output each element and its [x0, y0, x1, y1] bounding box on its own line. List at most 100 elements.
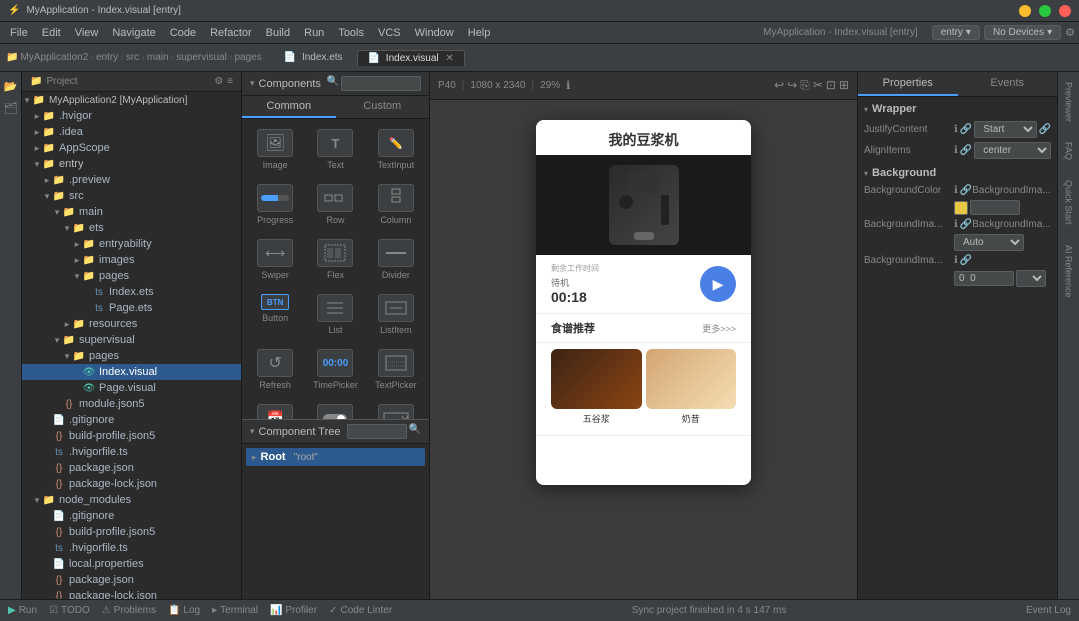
- tree-item-nm-build[interactable]: {} build-profile.json5: [22, 524, 241, 540]
- tree-item-package-lock[interactable]: {} package-lock.json: [22, 476, 241, 492]
- tree-item-entryability[interactable]: ▸ 📁 entryability: [22, 236, 241, 252]
- search-icon[interactable]: 🔍: [327, 76, 339, 91]
- tab-index-visual[interactable]: 📄 Index.visual ✕: [357, 50, 465, 66]
- tab-custom[interactable]: Custom: [336, 96, 430, 118]
- quick-start-btn[interactable]: Quick Start: [1062, 174, 1076, 231]
- tree-item-nm-lock[interactable]: {} package-lock.json: [22, 588, 241, 599]
- event-log-status[interactable]: Event Log: [1026, 605, 1071, 616]
- component-tree-search[interactable]: [347, 424, 407, 439]
- comp-flex[interactable]: Flex: [306, 233, 364, 286]
- devices-dropdown[interactable]: No Devices ▾: [984, 25, 1061, 40]
- tree-item-node-modules[interactable]: ▾ 📁 node_modules: [22, 492, 241, 508]
- ai-reference-btn[interactable]: AI Reference: [1062, 239, 1076, 304]
- menu-tools[interactable]: Tools: [332, 25, 370, 41]
- comp-row[interactable]: Row: [306, 178, 364, 231]
- justify-info-icon[interactable]: ℹ: [954, 124, 958, 135]
- tree-item-sv-pages[interactable]: ▾ 📁 pages: [22, 348, 241, 364]
- tab-properties[interactable]: Properties: [858, 72, 958, 96]
- comp-toggle[interactable]: Toggle: [306, 398, 364, 419]
- undo-icon[interactable]: ↩: [774, 78, 784, 93]
- bg-color-input[interactable]: [970, 200, 1020, 215]
- tree-item-package-json[interactable]: {} package.json: [22, 460, 241, 476]
- entry-dropdown[interactable]: entry ▾: [932, 25, 980, 40]
- bgcolor-link-icon[interactable]: 🔗: [960, 185, 972, 196]
- tree-item-main[interactable]: ▾ 📁 main: [22, 204, 241, 220]
- terminal-status[interactable]: ▸ Terminal: [212, 605, 258, 616]
- faq-btn[interactable]: FAQ: [1062, 136, 1076, 166]
- components-search-input[interactable]: [341, 76, 421, 91]
- tree-item-pages[interactable]: ▾ 📁 pages: [22, 268, 241, 284]
- root-tree-item[interactable]: ▸ Root "root": [246, 448, 425, 466]
- bgimg2-info-icon[interactable]: ℹ: [954, 219, 958, 230]
- settings-icon[interactable]: ⚙: [1065, 26, 1075, 39]
- recipe-more[interactable]: 更多>>>: [702, 322, 736, 335]
- structure-btn[interactable]: 🗂: [1, 98, 21, 118]
- project-settings-icon[interactable]: ⚙: [214, 76, 223, 87]
- log-status[interactable]: 📋 Log: [168, 605, 200, 616]
- menu-view[interactable]: View: [69, 25, 105, 41]
- menu-edit[interactable]: Edit: [36, 25, 67, 41]
- tree-item-nm-gitignore[interactable]: 📄 .gitignore: [22, 508, 241, 524]
- tree-item-hvigorfile[interactable]: ts .hvigorfile.ts: [22, 444, 241, 460]
- menu-window[interactable]: Window: [409, 25, 460, 41]
- bg-size-select[interactable]: Auto Cover Contain: [954, 234, 1024, 251]
- menu-code[interactable]: Code: [164, 25, 202, 41]
- comp-column[interactable]: Column: [367, 178, 425, 231]
- tree-item-entry[interactable]: ▾ 📁 entry: [22, 156, 241, 172]
- comp-text[interactable]: T Text: [306, 123, 364, 176]
- tree-item-page-ets[interactable]: ts Page.ets: [22, 300, 241, 316]
- comp-timepicker[interactable]: 00:00 TimePicker: [306, 343, 364, 396]
- tree-item-nm-hvigor[interactable]: ts .hvigorfile.ts: [22, 540, 241, 556]
- zoom-info-icon[interactable]: ℹ: [566, 79, 570, 92]
- tab-events[interactable]: Events: [958, 72, 1058, 96]
- run-status[interactable]: ▶ Run: [8, 605, 37, 616]
- card-1[interactable]: 五谷浆: [551, 349, 642, 425]
- comp-textpicker[interactable]: TextPicker: [367, 343, 425, 396]
- comp-list[interactable]: List: [306, 288, 364, 341]
- bgimg2-link-icon[interactable]: 🔗: [960, 219, 972, 230]
- copy-icon[interactable]: ⎘: [800, 78, 810, 93]
- previewer-btn[interactable]: Previewer: [1062, 76, 1076, 128]
- maximize-button[interactable]: [1039, 5, 1051, 17]
- comp-select[interactable]: Select: [367, 398, 425, 419]
- play-button[interactable]: ▶: [700, 266, 736, 302]
- align-items-select[interactable]: center start end: [974, 142, 1051, 159]
- justify-content-select[interactable]: Start Center End: [974, 121, 1036, 138]
- tab-common[interactable]: Common: [242, 96, 336, 118]
- cut-icon[interactable]: ✂: [813, 78, 823, 93]
- menu-navigate[interactable]: Navigate: [106, 25, 161, 41]
- menu-run[interactable]: Run: [298, 25, 330, 41]
- wrapper-section-header[interactable]: ▾ Wrapper: [864, 103, 1051, 115]
- tree-item-gitignore[interactable]: 📄 .gitignore: [22, 412, 241, 428]
- tab-index-ets[interactable]: 📄 Index.ets: [274, 50, 353, 65]
- project-view-btn[interactable]: 📂: [1, 76, 21, 96]
- project-sort-icon[interactable]: ≡: [227, 76, 233, 87]
- tree-item-supervisual[interactable]: ▾ 📁 supervisual: [22, 332, 241, 348]
- menu-refactor[interactable]: Refactor: [204, 25, 258, 41]
- comp-refresh[interactable]: ↺ Refresh: [246, 343, 304, 396]
- tree-item-build-profile[interactable]: {} build-profile.json5: [22, 428, 241, 444]
- tree-item-src[interactable]: ▾ 📁 src: [22, 188, 241, 204]
- tree-item-index-visual[interactable]: 👁 Index.visual: [22, 364, 241, 380]
- background-section-header[interactable]: ▾ Background: [864, 167, 1051, 179]
- comp-progress[interactable]: Progress: [246, 178, 304, 231]
- bgpos-info-icon[interactable]: ℹ: [954, 255, 958, 266]
- card-2[interactable]: 奶昔: [646, 349, 737, 425]
- fit-icon[interactable]: ⊡: [826, 78, 836, 93]
- tree-item-hvigor[interactable]: ▸ 📁 .hvigor: [22, 108, 241, 124]
- close-tab-icon[interactable]: ✕: [445, 53, 453, 64]
- bgpos-link-icon[interactable]: 🔗: [960, 255, 972, 266]
- tree-item-local-props[interactable]: 📄 local.properties: [22, 556, 241, 572]
- code-linter-status[interactable]: ✓ Code Linter: [329, 605, 392, 616]
- todo-status[interactable]: ☑ TODO: [49, 605, 90, 616]
- menu-file[interactable]: File: [4, 25, 34, 41]
- bg-color-swatch[interactable]: [954, 201, 968, 215]
- comp-listitem[interactable]: ListItem: [367, 288, 425, 341]
- bg-pos-unit[interactable]: ▾: [1016, 270, 1046, 287]
- tree-item-ets[interactable]: ▾ 📁 ets: [22, 220, 241, 236]
- redo-icon[interactable]: ↪: [787, 78, 797, 93]
- tree-item-page-visual[interactable]: 👁 Page.visual: [22, 380, 241, 396]
- tree-item-resources[interactable]: ▸ 📁 resources: [22, 316, 241, 332]
- profiler-status[interactable]: 📊 Profiler: [270, 605, 317, 616]
- tree-item-root[interactable]: ▾ 📁 MyApplication2 [MyApplication]: [22, 92, 241, 108]
